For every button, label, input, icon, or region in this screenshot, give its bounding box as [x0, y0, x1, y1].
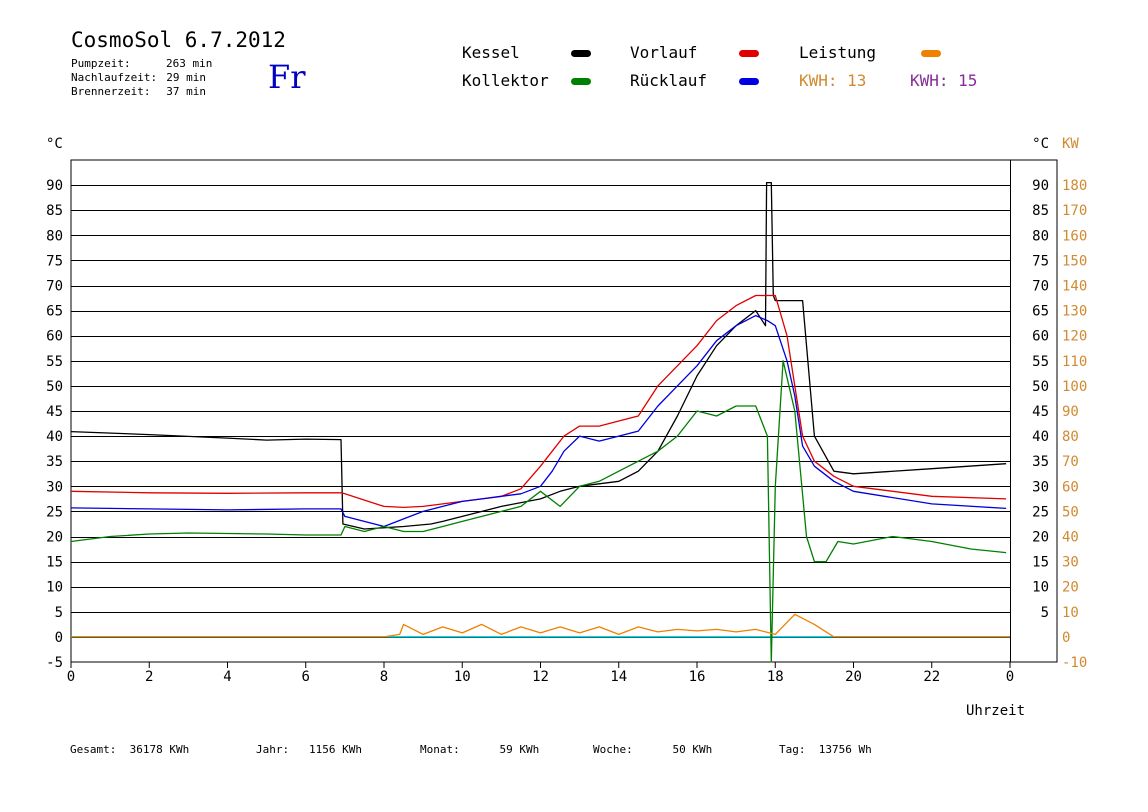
x-tick-label: 2	[145, 669, 153, 685]
footer-value: 50 KWh	[672, 743, 713, 756]
y-tick-label-right: 10	[1032, 580, 1049, 596]
y-axis-unit-kw: KW	[1062, 136, 1079, 152]
y-tick-label-right: 35	[1032, 454, 1049, 470]
y-tick-label-left: 10	[46, 580, 63, 596]
y-tick-label-kw: 70	[1062, 454, 1079, 470]
y-tick-label-kw: 60	[1062, 479, 1079, 495]
footer-monat: Monat: 59 KWh	[420, 743, 539, 756]
y-tick-label-left: 80	[46, 228, 63, 244]
footer-label: Tag:	[779, 743, 806, 756]
y-tick-label-kw: 180	[1062, 178, 1087, 194]
y-tick-label-right: 60	[1032, 329, 1049, 345]
y-tick-label-right: 5	[1041, 605, 1049, 621]
y-tick-label-kw: 90	[1062, 404, 1079, 420]
x-tick-label: 0	[1006, 669, 1014, 685]
y-tick-label-left: 50	[46, 379, 63, 395]
y-tick-label-kw: 110	[1062, 354, 1087, 370]
series-line-rcklauf	[70, 314, 1007, 528]
y-tick-label-right: 65	[1032, 304, 1049, 320]
y-tick-label-left: -5	[46, 655, 63, 671]
y-tick-label-right: 75	[1032, 253, 1049, 269]
y-tick-label-left: 35	[46, 454, 63, 470]
y-tick-label-left: 65	[46, 304, 63, 320]
x-tick-label: 20	[845, 669, 862, 685]
x-tick-label: 16	[689, 669, 706, 685]
footer-label: Monat:	[420, 743, 460, 756]
y-tick-label-left: 55	[46, 354, 63, 370]
x-tick-label: 22	[923, 669, 940, 685]
footer-woche: Woche: 50 KWh	[593, 743, 712, 756]
series-layer	[70, 181, 1010, 663]
footer-value: 59 KWh	[499, 743, 540, 756]
y-tick-label-right: 70	[1032, 279, 1049, 295]
y-tick-label-left: 40	[46, 429, 63, 445]
y-tick-label-left: 75	[46, 253, 63, 269]
y-tick-label-kw: 40	[1062, 530, 1079, 546]
y-tick-label-kw: 160	[1062, 228, 1087, 244]
y-axis-unit-right: °C	[1032, 136, 1049, 152]
footer-value: 1156 KWh	[309, 743, 362, 756]
y-tick-label-kw: 170	[1062, 203, 1087, 219]
x-tick-label: 10	[454, 669, 471, 685]
y-tick-label-right: 55	[1032, 354, 1049, 370]
y-tick-label-kw: 120	[1062, 329, 1087, 345]
series-line-kessel	[70, 181, 1007, 530]
y-tick-label-kw: 100	[1062, 379, 1087, 395]
y-tick-label-left: 15	[46, 555, 63, 571]
y-tick-label-left: 70	[46, 279, 63, 295]
footer-tag: Tag: 13756 Wh	[779, 743, 872, 756]
x-axis-label: Uhrzeit	[966, 703, 1025, 719]
y-tick-label-kw: 50	[1062, 504, 1079, 520]
y-tick-label-right: 85	[1032, 203, 1049, 219]
y-tick-label-left: 20	[46, 530, 63, 546]
y-tick-label-kw: 140	[1062, 279, 1087, 295]
y-tick-label-right: 30	[1032, 479, 1049, 495]
y-tick-label-left: 0	[55, 630, 63, 646]
footer-value: 36178 KWh	[129, 743, 190, 756]
y-tick-label-left: 25	[46, 504, 63, 520]
y-tick-label-right: 20	[1032, 530, 1049, 546]
y-tick-label-left: 85	[46, 203, 63, 219]
footer-value: 13756 Wh	[818, 743, 872, 756]
footer-gesamt: Gesamt: 36178 KWh	[70, 743, 189, 756]
y-tick-label-kw: 150	[1062, 253, 1087, 269]
y-tick-label-right: 45	[1032, 404, 1049, 420]
y-tick-label-kw: 10	[1062, 605, 1079, 621]
y-tick-label-kw: 30	[1062, 555, 1079, 571]
x-tick-label: 4	[223, 669, 231, 685]
footer-label: Gesamt:	[70, 743, 117, 756]
y-tick-label-right: 50	[1032, 379, 1049, 395]
series-line-leistung	[71, 613, 1010, 638]
y-tick-label-right: 80	[1032, 228, 1049, 244]
y-axis-unit-left: °C	[46, 136, 63, 152]
x-tick-label: 0	[67, 669, 75, 685]
x-tick-label: 18	[767, 669, 784, 685]
y-tick-label-left: 5	[55, 605, 63, 621]
series-line-vorlauf	[70, 294, 1007, 509]
tick-label-layer: 0 2 4 6 8 10 12 14 16 18 20 22 0-5051015202530354045…	[46, 136, 1087, 719]
y-tick-label-right: 25	[1032, 504, 1049, 520]
y-tick-label-left: 90	[46, 178, 63, 194]
temperature-chart: 0 2 4 6 8 10 12 14 16 18 20 22 0-5051015202530354045…	[46, 136, 1087, 719]
y-tick-label-right: 15	[1032, 555, 1049, 571]
footer-label: Jahr:	[256, 743, 290, 756]
y-tick-label-left: 60	[46, 329, 63, 345]
y-tick-label-kw: -10	[1062, 655, 1087, 671]
y-tick-label-kw: 130	[1062, 304, 1087, 320]
footer-label: Woche:	[593, 743, 633, 756]
y-tick-label-left: 45	[46, 404, 63, 420]
x-tick-label: 14	[610, 669, 627, 685]
y-tick-label-right: 90	[1032, 178, 1049, 194]
y-tick-label-kw: 20	[1062, 580, 1079, 596]
y-tick-label-right: 40	[1032, 429, 1049, 445]
y-tick-label-left: 30	[46, 479, 63, 495]
x-tick-label: 12	[532, 669, 549, 685]
x-tick-label: 6	[302, 669, 310, 685]
y-tick-label-kw: 80	[1062, 429, 1079, 445]
x-tick-label: 8	[380, 669, 388, 685]
y-tick-label-kw: 0	[1062, 630, 1070, 646]
grid-layer	[70, 159, 1058, 668]
footer-jahr: Jahr: 1156 KWh	[256, 743, 362, 756]
